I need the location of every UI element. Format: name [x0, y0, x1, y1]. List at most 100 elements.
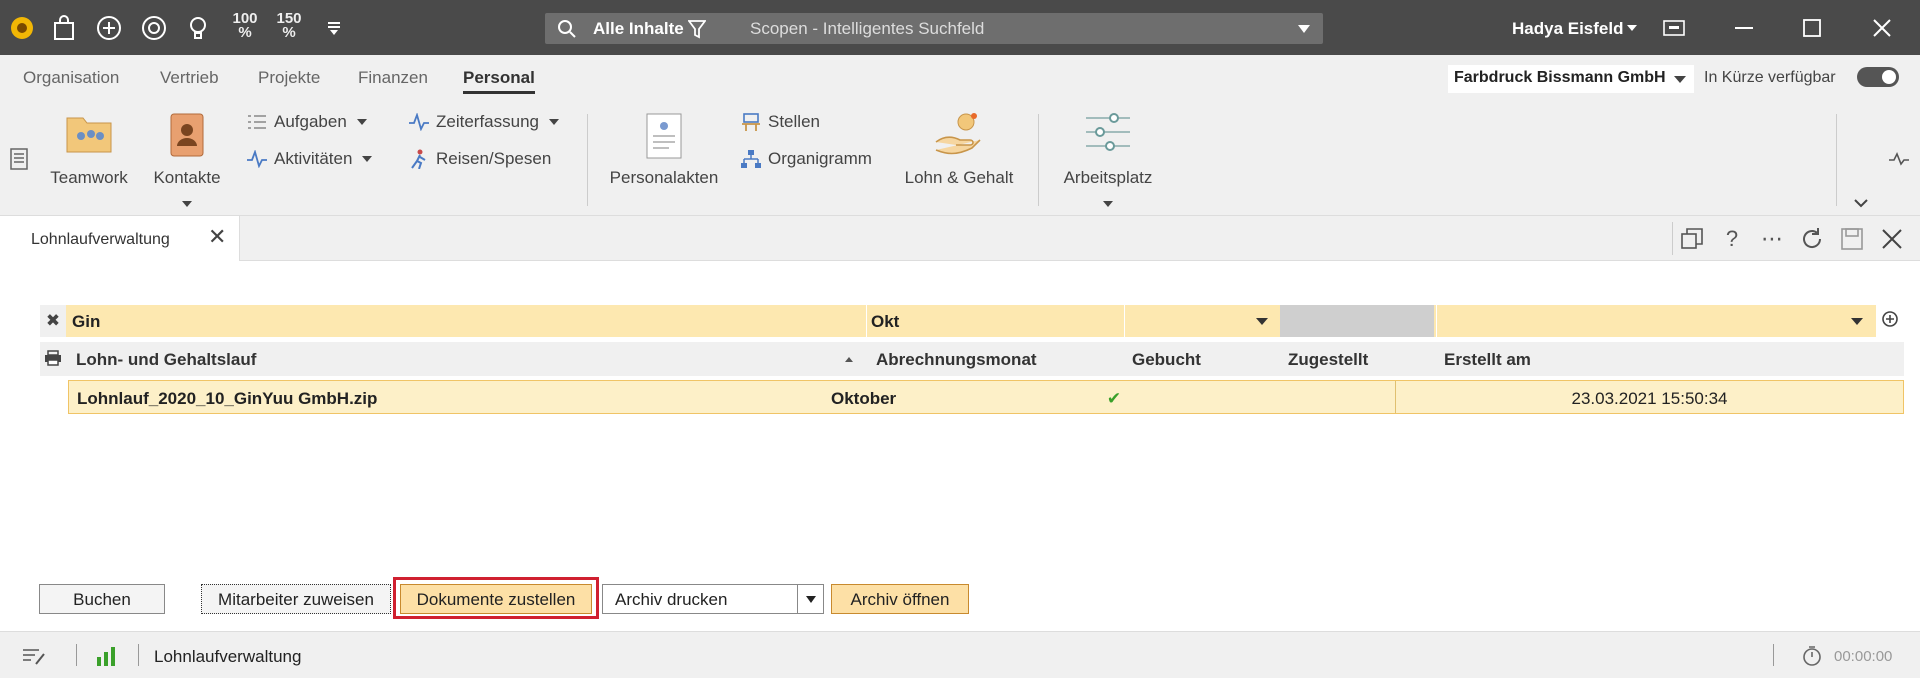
ribbon-zeiterfassung[interactable]: Zeiterfassung — [408, 112, 559, 132]
organigramm-label: Organigramm — [768, 149, 872, 168]
menu-personal[interactable]: Personal — [463, 68, 535, 94]
zeiterfassung-label: Zeiterfassung — [436, 112, 539, 131]
filter-gebucht-select[interactable] — [1124, 305, 1277, 337]
ribbon-personalakten[interactable]: Personalakten — [604, 102, 724, 216]
tasks-list-icon — [248, 115, 266, 129]
ribbon-kontakte[interactable]: Kontakte — [144, 102, 230, 216]
duplicate-window-icon[interactable] — [1678, 225, 1706, 253]
archiv-drucken-select[interactable]: Archiv drucken — [602, 584, 824, 614]
aufgaben-label: Aufgaben — [274, 112, 347, 131]
search-field[interactable]: Alle Inhalte Scopen - Intelligentes Such… — [545, 13, 1323, 44]
column-header-lauf-label: Lohn- und Gehaltslauf — [76, 350, 257, 369]
minimize-icon[interactable] — [1728, 12, 1760, 44]
archiv-drucken-label: Archiv drucken — [615, 590, 728, 609]
search-scope-label[interactable]: Alle Inhalte — [593, 19, 684, 39]
lifebuoy-icon[interactable] — [138, 12, 170, 44]
company-select[interactable]: Farbdruck Bissmann GmbH — [1448, 65, 1694, 93]
chevron-down-icon — [362, 156, 373, 162]
refresh-icon[interactable] — [1798, 225, 1826, 253]
ribbon: Teamwork Kontakte Aufgaben Aktivitäten Z… — [0, 102, 1920, 216]
zoom-150-button[interactable]: 150% — [272, 11, 306, 40]
app-logo-icon[interactable] — [6, 12, 38, 44]
ribbon-arbeitsplatz[interactable]: Arbeitsplatz — [1056, 102, 1160, 216]
coming-soon-toggle[interactable] — [1857, 67, 1899, 87]
window-layout-icon[interactable] — [1658, 12, 1690, 44]
chevron-down-icon[interactable] — [1102, 200, 1114, 208]
filter-row: ✖ Gin Okt — [40, 305, 1904, 337]
lightbulb-icon[interactable] — [182, 12, 214, 44]
column-header-zugestellt[interactable]: Zugestellt — [1244, 342, 1398, 376]
mitarbeiter-zuweisen-button[interactable]: Mitarbeiter zuweisen — [201, 584, 391, 614]
column-header-gebucht[interactable]: Gebucht — [1088, 342, 1242, 376]
filter-erstellt-select[interactable] — [1436, 305, 1872, 337]
more-options-icon[interactable]: ⋯ — [1758, 225, 1786, 253]
status-bar: Lohnlaufverwaltung 00:00:00 — [0, 631, 1920, 678]
status-edit-icon[interactable] — [22, 646, 46, 671]
column-header-erstellt[interactable]: Erstellt am — [1400, 342, 1840, 376]
contacts-book-icon — [167, 112, 207, 163]
table-row[interactable]: Lohnlauf_2020_10_GinYuu GmbH.zip Oktober… — [68, 380, 1904, 414]
close-view-icon[interactable] — [1878, 225, 1906, 253]
personalakten-label: Personalakten — [609, 168, 719, 187]
activity-monitor-icon[interactable] — [1888, 152, 1910, 166]
chevron-down-icon — [1256, 318, 1268, 325]
filter-icon[interactable] — [688, 19, 706, 39]
chevron-down-icon[interactable] — [1297, 24, 1311, 34]
filter-monat-input[interactable]: Okt — [866, 305, 1122, 337]
ribbon-lohn-gehalt[interactable]: Lohn & Gehalt — [898, 102, 1020, 216]
chevron-down-icon — [1674, 76, 1686, 83]
ribbon-aktivitaeten[interactable]: Aktivitäten — [246, 149, 373, 169]
quick-access-dropdown-icon[interactable] — [318, 12, 350, 44]
ribbon-reisen[interactable]: Reisen/Spesen — [408, 149, 551, 169]
print-icon[interactable] — [40, 342, 66, 376]
buchen-button[interactable]: Buchen — [39, 584, 165, 614]
signal-bars-icon — [96, 645, 116, 672]
ribbon-separator — [1038, 114, 1039, 206]
kontakte-label: Kontakte — [153, 168, 221, 187]
user-dropdown-icon[interactable] — [1626, 24, 1638, 32]
cell-lauf: Lohnlauf_2020_10_GinYuu GmbH.zip — [77, 389, 378, 408]
status-separator — [138, 644, 139, 666]
add-circle-icon[interactable] — [93, 12, 125, 44]
ribbon-separator — [587, 114, 588, 206]
close-tab-icon[interactable]: ✕ — [208, 226, 226, 248]
cell-erstellt: 23.03.2021 15:50:34 — [1395, 381, 1903, 413]
stopwatch-icon[interactable] — [1802, 645, 1822, 672]
add-filter-icon[interactable] — [1876, 305, 1904, 337]
archiv-oeffnen-button[interactable]: Archiv öffnen — [831, 584, 969, 614]
org-chart-icon — [741, 150, 761, 168]
maximize-icon[interactable] — [1796, 12, 1828, 44]
chevron-down-icon[interactable] — [181, 200, 193, 208]
menu-projekte[interactable]: Projekte — [258, 68, 320, 88]
status-view-label: Lohnlaufverwaltung — [154, 647, 302, 666]
shopping-bag-icon[interactable] — [48, 12, 80, 44]
close-window-icon[interactable] — [1866, 12, 1898, 44]
clear-filter-icon[interactable]: ✖ — [40, 305, 66, 337]
chevron-down-icon — [1851, 318, 1863, 325]
ribbon-organigramm[interactable]: Organigramm — [740, 149, 872, 169]
menu-organisation[interactable]: Organisation — [23, 68, 119, 88]
menu-vertrieb[interactable]: Vertrieb — [160, 68, 219, 88]
ribbon-expand-chevron-icon[interactable] — [1854, 198, 1868, 208]
user-name[interactable]: Hadya Eisfeld — [1512, 19, 1624, 39]
dokumente-zustellen-button[interactable]: Dokumente zustellen — [400, 584, 592, 614]
save-icon[interactable] — [1838, 225, 1866, 253]
ribbon-stellen[interactable]: Stellen — [740, 112, 820, 132]
menu-bar: Organisation Vertrieb Projekte Finanzen … — [0, 55, 1920, 102]
help-icon[interactable]: ? — [1718, 225, 1746, 253]
chevron-down-icon — [356, 119, 367, 125]
ribbon-teamwork[interactable]: Teamwork — [44, 102, 134, 216]
zoom-100-button[interactable]: 100% — [228, 11, 262, 40]
table-header: Lohn- und Gehaltslauf Abrechnungsmonat G… — [40, 342, 1904, 376]
ribbon-aufgaben[interactable]: Aufgaben — [246, 112, 367, 132]
tab-lohnlaufverwaltung[interactable]: Lohnlaufverwaltung ✕ — [0, 216, 240, 261]
ribbon-collapse-icon[interactable] — [10, 148, 28, 175]
chevron-down-icon — [549, 119, 559, 125]
cell-gebucht-check-icon: ✔ — [1106, 389, 1122, 408]
cell-monat: Oktober — [831, 389, 897, 408]
column-header-monat[interactable]: Abrechnungsmonat — [830, 342, 1084, 376]
activity-pulse-icon — [247, 150, 267, 168]
filter-lauf-input[interactable]: Gin — [68, 305, 864, 337]
menu-finanzen[interactable]: Finanzen — [358, 68, 428, 88]
column-header-lauf[interactable]: Lohn- und Gehaltslauf — [72, 342, 862, 376]
